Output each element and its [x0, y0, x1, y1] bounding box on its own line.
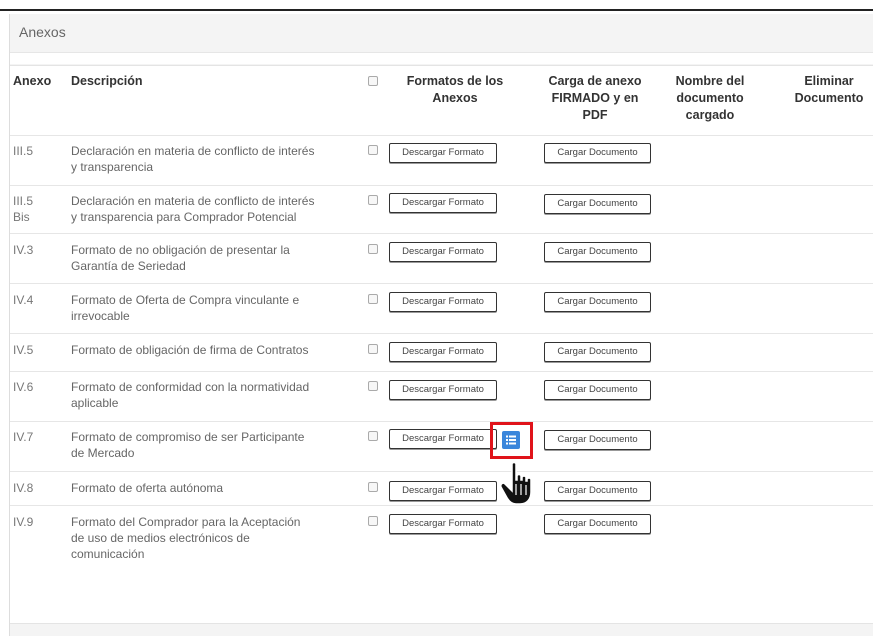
anexo-description: Declaración en materia de conflicto de i…	[71, 194, 315, 224]
header-carga: Carga de anexo FIRMADO y en PDF	[548, 74, 642, 122]
upload-document-button[interactable]: Cargar Documento	[544, 292, 651, 312]
anexo-code: IV.3	[13, 243, 34, 257]
table-row: IV.7 Formato de compromiso de ser Partic…	[10, 421, 873, 472]
list-button-highlight	[490, 422, 533, 459]
anexo-description: Formato del Comprador para la Aceptación…	[71, 515, 301, 561]
header-anexo: Anexo	[13, 74, 52, 88]
anexo-description: Formato de oferta autónoma	[71, 481, 224, 495]
table-row: IV.5 Formato de obligación de firma de C…	[10, 333, 873, 372]
row-checkbox[interactable]	[368, 195, 378, 205]
upload-document-button[interactable]: Cargar Documento	[544, 194, 651, 214]
download-format-button[interactable]: Descargar Formato	[389, 429, 497, 449]
top-border	[0, 9, 873, 11]
table-row: IV.4 Formato de Oferta de Compra vincula…	[10, 283, 873, 334]
upload-document-button[interactable]: Cargar Documento	[544, 342, 651, 362]
anexo-description: Formato de compromiso de ser Participant…	[71, 430, 305, 460]
anexo-code: IV.8	[13, 481, 34, 495]
panel-divider	[10, 52, 873, 64]
download-format-button[interactable]: Descargar Formato	[389, 242, 497, 262]
anexo-code: IV.7	[13, 430, 34, 444]
list-icon[interactable]	[502, 431, 520, 449]
header-descripcion: Descripción	[71, 74, 143, 88]
upload-document-button[interactable]: Cargar Documento	[544, 143, 651, 163]
upload-document-button[interactable]: Cargar Documento	[544, 514, 651, 534]
row-checkbox[interactable]	[368, 516, 378, 526]
download-format-button[interactable]: Descargar Formato	[389, 342, 497, 362]
row-checkbox[interactable]	[368, 244, 378, 254]
table-row: III.5 Bis Declaración en materia de confl…	[10, 185, 873, 234]
download-format-button[interactable]: Descargar Formato	[389, 380, 497, 400]
table-row: IV.8 Formato de oferta autónoma Descarga…	[10, 471, 873, 506]
table-row: IV.6 Formato de conformidad con la norma…	[10, 371, 873, 422]
download-format-button[interactable]: Descargar Formato	[389, 143, 497, 163]
row-checkbox[interactable]	[368, 294, 378, 304]
anexo-description: Formato de obligación de firma de Contra…	[71, 343, 309, 357]
anexo-description: Declaración en materia de conflicto de i…	[71, 144, 315, 174]
anexo-description: Formato de Oferta de Compra vinculante e…	[71, 293, 300, 323]
row-checkbox[interactable]	[368, 482, 378, 492]
panel-title: Anexos	[19, 24, 66, 40]
row-checkbox[interactable]	[368, 145, 378, 155]
anexo-code: IV.5	[13, 343, 34, 357]
header-nombre: Nombre del documento cargado	[675, 74, 745, 122]
download-format-button[interactable]: Descargar Formato	[389, 193, 497, 213]
anexo-code: IV.9	[13, 515, 34, 529]
anexos-panel: Anexos Anexo Descripción Formatos de los…	[9, 14, 873, 636]
anexo-description: Formato de conformidad con la normativid…	[71, 380, 310, 410]
table-row: IV.3 Formato de no obligación de present…	[10, 233, 873, 284]
select-all-checkbox[interactable]	[368, 76, 378, 86]
anexo-description: Formato de no obligación de presentar la…	[71, 243, 290, 273]
anexos-table: Anexo Descripción Formatos de los Anexos…	[10, 65, 873, 624]
download-format-button[interactable]: Descargar Formato	[389, 292, 497, 312]
header-formatos: Formatos de los Anexos	[406, 74, 504, 105]
row-checkbox[interactable]	[368, 431, 378, 441]
table-row: III.5 Declaración en materia de conflict…	[10, 135, 873, 186]
table-row: IV.9 Formato del Comprador para la Acept…	[10, 505, 873, 624]
row-checkbox[interactable]	[368, 381, 378, 391]
download-format-button[interactable]: Descargar Formato	[389, 514, 497, 534]
anexo-code: III.5 Bis	[13, 194, 34, 224]
upload-document-button[interactable]: Cargar Documento	[544, 430, 651, 450]
anexo-code: III.5	[13, 144, 34, 158]
anexo-code: IV.4	[13, 293, 34, 307]
row-checkbox[interactable]	[368, 344, 378, 354]
header-eliminar: Eliminar Documento	[794, 74, 864, 105]
download-format-button[interactable]: Descargar Formato	[389, 481, 497, 501]
hand-pointer-icon	[500, 461, 536, 511]
upload-document-button[interactable]: Cargar Documento	[544, 380, 651, 400]
anexo-code: IV.6	[13, 380, 34, 394]
upload-document-button[interactable]: Cargar Documento	[544, 481, 651, 501]
upload-document-button[interactable]: Cargar Documento	[544, 242, 651, 262]
